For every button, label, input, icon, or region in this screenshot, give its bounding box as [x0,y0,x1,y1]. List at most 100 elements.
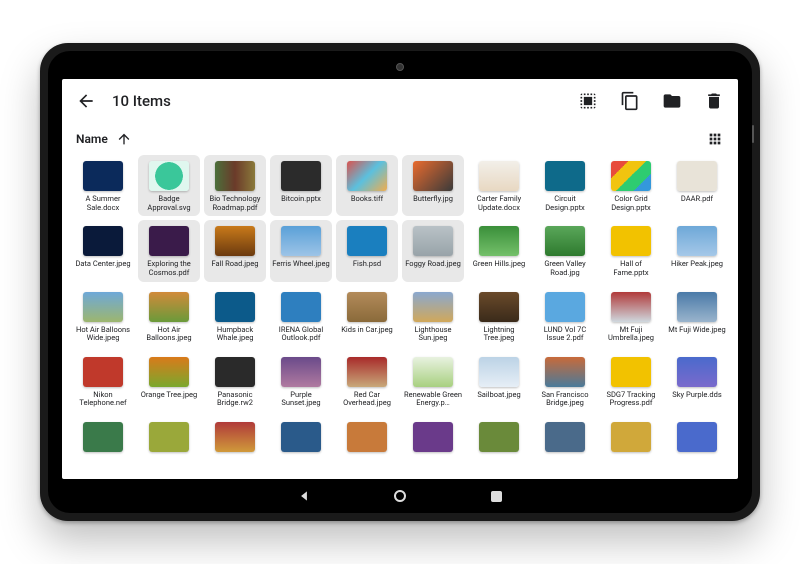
file-item[interactable]: Mt Fuji Umbrella.jpeg [600,286,662,347]
file-item[interactable]: Orange Tree.jpeg [138,351,200,412]
file-item[interactable]: Fish.psd [336,220,398,281]
file-item[interactable]: Purple Sunset.jpeg [270,351,332,412]
file-thumbnail [413,357,453,387]
tablet-frame: 10 Items N [40,43,760,521]
move-button[interactable] [660,89,684,113]
file-name-label: Renewable Green Energy.p… [404,391,462,408]
file-item[interactable] [204,416,266,460]
nav-recent-button[interactable] [488,488,504,504]
file-item[interactable]: SDG7 Tracking Progress.pdf [600,351,662,412]
file-name-label: Ferris Wheel.jpeg [272,260,329,269]
delete-button[interactable] [702,89,726,113]
file-item[interactable]: Ferris Wheel.jpeg [270,220,332,281]
file-item[interactable] [336,416,398,460]
file-item[interactable]: Renewable Green Energy.p… [402,351,464,412]
file-thumbnail [83,422,123,452]
nav-back-button[interactable] [296,488,312,504]
file-item[interactable]: IRENA Global Outlook.pdf [270,286,332,347]
file-name-label: Color Grid Design.pptx [602,195,660,212]
select-all-button[interactable] [576,89,600,113]
file-item[interactable]: Hot Air Balloons Wide.jpeg [72,286,134,347]
file-item[interactable]: San Francisco Bridge.jpeg [534,351,596,412]
file-name-label: Purple Sunset.jpeg [272,391,330,408]
file-item[interactable] [600,416,662,460]
file-item[interactable]: Hall of Fame.pptx [600,220,662,281]
file-item[interactable]: Green Valley Road.jpg [534,220,596,281]
file-thumbnail [149,422,189,452]
file-item[interactable] [138,416,200,460]
file-item[interactable]: Foggy Road.jpeg [402,220,464,281]
file-name-label: Red Car Overhead.jpeg [338,391,396,408]
file-item[interactable] [666,416,728,460]
file-name-label: Sky Purple.dds [672,391,721,400]
view-toggle-button[interactable] [706,130,724,148]
file-item[interactable]: Butterfly.jpg [402,155,464,216]
copy-button[interactable] [618,89,642,113]
file-name-label: Carter Family Update.docx [470,195,528,212]
file-thumbnail [479,161,519,191]
file-item[interactable]: Sailboat.jpeg [468,351,530,412]
file-item[interactable]: Panasonic Bridge.rw2 [204,351,266,412]
file-thumbnail [281,292,321,322]
file-item[interactable]: Carter Family Update.docx [468,155,530,216]
file-item[interactable]: Hiker Peak.jpeg [666,220,728,281]
file-thumbnail [611,357,651,387]
file-item[interactable]: Nikon Telephone.nef [72,351,134,412]
file-thumbnail [281,226,321,256]
file-name-label: Fall Road.jpeg [212,260,259,269]
file-item[interactable]: Lightning Tree.jpeg [468,286,530,347]
file-item[interactable]: Sky Purple.dds [666,351,728,412]
file-name-label: Mt Fuji Wide.jpeg [668,326,725,335]
file-thumbnail [281,161,321,191]
file-name-label: Hall of Fame.pptx [602,260,660,277]
file-thumbnail [149,292,189,322]
file-name-label: Circuit Design.pptx [536,195,594,212]
file-item[interactable]: Mt Fuji Wide.jpeg [666,286,728,347]
file-thumbnail [215,422,255,452]
back-button[interactable] [74,89,98,113]
file-item[interactable] [270,416,332,460]
file-item[interactable]: Exploring the Cosmos.pdf [138,220,200,281]
file-thumbnail [215,161,255,191]
file-item[interactable]: Fall Road.jpeg [204,220,266,281]
file-item[interactable]: Bitcoin.pptx [270,155,332,216]
file-thumbnail [149,161,189,191]
file-item[interactable] [72,416,134,460]
nav-home-button[interactable] [392,488,408,504]
file-item[interactable]: DAAR.pdf [666,155,728,216]
file-thumbnail [83,357,123,387]
file-grid-scroll[interactable]: A Summer Sale.docxBadge Approval.svg Bio … [62,155,738,479]
file-item[interactable]: Data Center.jpeg [72,220,134,281]
screen: 10 Items N [62,79,738,479]
arrow-back-icon [76,91,96,111]
file-item[interactable]: Red Car Overhead.jpeg [336,351,398,412]
file-item[interactable]: Bio Technology Roadmap.pdf [204,155,266,216]
appbar-title: 10 Items [112,92,171,110]
file-thumbnail [677,292,717,322]
file-item[interactable]: Hot Air Balloons.jpeg [138,286,200,347]
file-item[interactable]: Green Hills.jpeg [468,220,530,281]
file-item[interactable] [534,416,596,460]
file-item[interactable] [468,416,530,460]
file-item[interactable]: Lighthouse Sun.jpeg [402,286,464,347]
file-item[interactable]: Color Grid Design.pptx [600,155,662,216]
file-item[interactable]: Badge Approval.svg [138,155,200,216]
file-item[interactable]: Kids in Car.jpeg [336,286,398,347]
sort-label[interactable]: Name [76,132,108,146]
file-item[interactable]: LUND Vol 7C Issue 2.pdf [534,286,596,347]
file-name-label: Lighthouse Sun.jpeg [404,326,462,343]
file-thumbnail [479,226,519,256]
file-item[interactable]: Humpback Whale.jpeg [204,286,266,347]
file-name-label: Bio Technology Roadmap.pdf [206,195,264,212]
file-thumbnail [413,226,453,256]
file-thumbnail [149,226,189,256]
file-item[interactable]: Books.tiff [336,155,398,216]
file-name-label: Hot Air Balloons Wide.jpeg [74,326,132,343]
file-item[interactable]: A Summer Sale.docx [72,155,134,216]
file-item[interactable] [402,416,464,460]
file-name-label: IRENA Global Outlook.pdf [272,326,330,343]
file-thumbnail [413,161,453,191]
file-name-label: Bitcoin.pptx [281,195,321,204]
arrow-up-icon[interactable] [116,131,132,147]
file-item[interactable]: Circuit Design.pptx [534,155,596,216]
